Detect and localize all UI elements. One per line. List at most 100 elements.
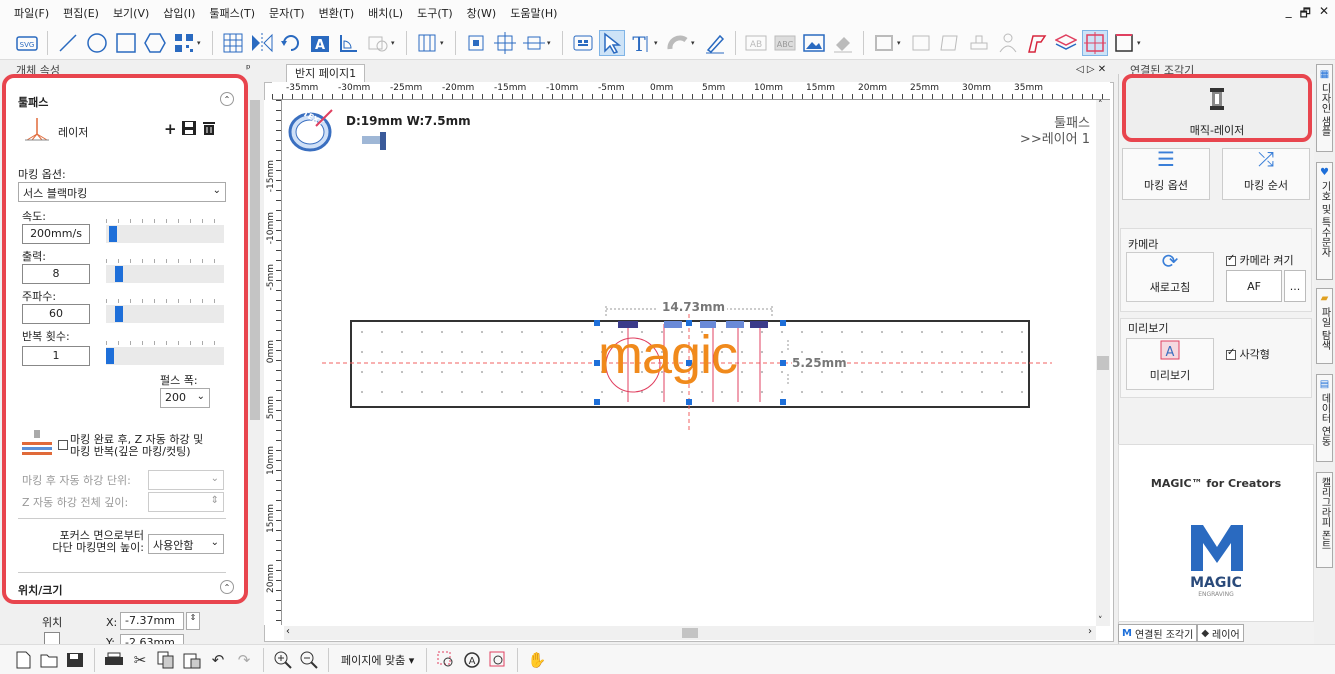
x-position-input[interactable]: -7.37mm bbox=[120, 612, 184, 630]
af-button[interactable]: AF bbox=[1226, 270, 1282, 302]
zoom-out-icon[interactable] bbox=[298, 649, 320, 671]
border-dropdown-icon[interactable]: ▾ bbox=[1137, 39, 1145, 47]
restore-icon[interactable]: 🗗 bbox=[1300, 4, 1311, 25]
preview-button[interactable]: A 미리보기 bbox=[1126, 338, 1214, 390]
save-icon[interactable] bbox=[181, 120, 197, 136]
line-icon[interactable] bbox=[55, 30, 81, 56]
close-icon[interactable]: ✕ bbox=[1319, 4, 1329, 25]
canvas-horizontal-scrollbar[interactable]: ‹ › bbox=[284, 626, 1096, 640]
side-tab-design-samples[interactable]: ▦ 디자인 샘플 bbox=[1316, 64, 1333, 152]
new-file-icon[interactable] bbox=[12, 649, 34, 671]
cut-icon[interactable]: ✂ bbox=[129, 649, 151, 671]
frequency-slider-thumb[interactable] bbox=[115, 306, 123, 322]
svg-import-icon[interactable]: SVG bbox=[14, 30, 40, 56]
side-tab-symbols[interactable]: ♥ 기호 및 특수문자 bbox=[1316, 162, 1333, 280]
frequency-slider[interactable] bbox=[106, 299, 224, 323]
shape-icon[interactable] bbox=[365, 30, 391, 56]
tab-ring-page1[interactable]: 반지 페이지1 bbox=[286, 64, 366, 82]
scroll-down-icon[interactable]: ˅ bbox=[1098, 616, 1103, 626]
canvas-vertical-scrollbar[interactable]: ˄ ˅ bbox=[1096, 100, 1110, 626]
pen-icon[interactable] bbox=[702, 30, 728, 56]
frequency-input[interactable]: 60 bbox=[22, 304, 90, 324]
marking-order-button[interactable]: ⤮ 마킹 순서 bbox=[1222, 147, 1310, 200]
pin-icon[interactable]: ᵖ bbox=[246, 62, 251, 75]
marking-options-button[interactable]: ☰ 마킹 옵션 bbox=[1122, 147, 1210, 200]
zoom-selection-icon[interactable] bbox=[435, 649, 457, 671]
left-panel-scrollbar[interactable] bbox=[248, 82, 262, 642]
shape-dropdown-icon[interactable]: ▾ bbox=[391, 39, 399, 47]
refresh-button[interactable]: ⟳ 새로고침 bbox=[1126, 249, 1214, 302]
menu-window[interactable]: 창(W) bbox=[467, 5, 497, 21]
menu-file[interactable]: 파일(F) bbox=[14, 5, 49, 21]
mirror-icon[interactable] bbox=[249, 30, 275, 56]
menu-tools[interactable]: 도구(T) bbox=[417, 5, 453, 21]
pulse-width-select[interactable]: 200 ⌄ bbox=[160, 388, 210, 408]
auto-descent-checkbox[interactable] bbox=[58, 440, 68, 450]
stamp-icon[interactable] bbox=[966, 30, 992, 56]
frame-icon[interactable] bbox=[871, 30, 897, 56]
text-a-icon[interactable]: A bbox=[307, 30, 333, 56]
tab-connected-engraver[interactable]: M 연결된 조각기 bbox=[1118, 624, 1198, 642]
text-tool-icon[interactable]: T bbox=[628, 30, 654, 56]
menu-help[interactable]: 도움말(H) bbox=[510, 5, 557, 21]
speed-slider[interactable] bbox=[106, 219, 224, 243]
collapse-icon[interactable]: ⌃ bbox=[220, 580, 234, 594]
side-tab-file-explorer[interactable]: ▰ 파일 탐색 bbox=[1316, 288, 1333, 364]
frame3-icon[interactable] bbox=[937, 30, 963, 56]
rectangle-option[interactable]: ✓ 사각형 bbox=[1226, 346, 1270, 362]
border-icon[interactable] bbox=[1111, 30, 1137, 56]
tab-layer[interactable]: ◆ 레이어 bbox=[1197, 624, 1244, 642]
align-icon[interactable] bbox=[414, 30, 440, 56]
image-icon[interactable] bbox=[801, 30, 827, 56]
redo-icon[interactable]: ↷ bbox=[233, 649, 255, 671]
align-dropdown-icon[interactable]: ▾ bbox=[440, 39, 448, 47]
dimension-icon[interactable] bbox=[336, 30, 362, 56]
menu-edit[interactable]: 편집(E) bbox=[63, 5, 99, 21]
scroll-up-icon[interactable]: ˄ bbox=[1098, 100, 1103, 110]
scroll-right-icon[interactable]: › bbox=[1088, 626, 1092, 637]
text-abc-icon[interactable]: ABC bbox=[772, 30, 798, 56]
menu-arrange[interactable]: 배치(L) bbox=[368, 5, 403, 21]
logo-icon[interactable] bbox=[1024, 30, 1050, 56]
repeat-input[interactable]: 1 bbox=[22, 346, 90, 366]
focus-height-select[interactable]: 사용안함 ⌄ bbox=[148, 534, 224, 554]
rectangle-checkbox[interactable]: ✓ bbox=[1226, 347, 1236, 360]
side-tab-calligraphy-fonts[interactable]: 캘리그라피 폰트 bbox=[1316, 472, 1333, 568]
text-ab-icon[interactable]: AB bbox=[743, 30, 769, 56]
undo-icon[interactable]: ↶ bbox=[207, 649, 229, 671]
camera-preview-icon[interactable] bbox=[570, 30, 596, 56]
zoom-page-icon[interactable] bbox=[487, 649, 509, 671]
crosshair-icon[interactable] bbox=[1082, 29, 1108, 56]
distribute-dropdown-icon[interactable]: ▾ bbox=[547, 39, 555, 47]
device-button[interactable]: 매직-레이저 bbox=[1122, 74, 1312, 142]
menu-transform[interactable]: 변환(T) bbox=[319, 5, 355, 21]
marking-option-select[interactable]: 서스 블랙마킹 ⌄ bbox=[18, 182, 226, 202]
menu-view[interactable]: 보기(V) bbox=[113, 5, 149, 21]
rectangle-icon[interactable] bbox=[113, 30, 139, 56]
open-folder-icon[interactable] bbox=[38, 649, 60, 671]
distribute-icon[interactable] bbox=[521, 30, 547, 56]
power-slider[interactable] bbox=[106, 259, 224, 283]
delete-icon[interactable] bbox=[201, 120, 217, 136]
circle-icon[interactable] bbox=[84, 30, 110, 56]
arc-dropdown-icon[interactable]: ▾ bbox=[691, 39, 699, 47]
save-icon[interactable] bbox=[64, 649, 86, 671]
pan-hand-icon[interactable]: ✋ bbox=[526, 649, 548, 671]
pointer-icon[interactable] bbox=[599, 29, 625, 56]
polygon-icon[interactable] bbox=[142, 30, 168, 56]
descent-unit-select[interactable]: ⌄ bbox=[148, 470, 224, 490]
x-spinner-icon[interactable]: ⇕ bbox=[186, 612, 200, 630]
group-icon[interactable] bbox=[463, 30, 489, 56]
scrollbar-thumb[interactable] bbox=[682, 628, 698, 638]
collapse-icon[interactable]: ⌃ bbox=[220, 92, 234, 106]
repeat-slider[interactable] bbox=[106, 341, 224, 365]
frame2-icon[interactable] bbox=[908, 30, 934, 56]
copy-icon[interactable] bbox=[155, 649, 177, 671]
menu-toolpath[interactable]: 툴패스(T) bbox=[209, 5, 255, 21]
speed-slider-thumb[interactable] bbox=[109, 226, 117, 242]
person-icon[interactable] bbox=[995, 30, 1021, 56]
arc-text-icon[interactable] bbox=[665, 30, 691, 56]
text-dropdown-icon[interactable]: ▾ bbox=[654, 39, 662, 47]
eraser-icon[interactable] bbox=[830, 30, 856, 56]
zoom-select[interactable]: 페이지에 맞춤 ▾ bbox=[337, 652, 418, 668]
